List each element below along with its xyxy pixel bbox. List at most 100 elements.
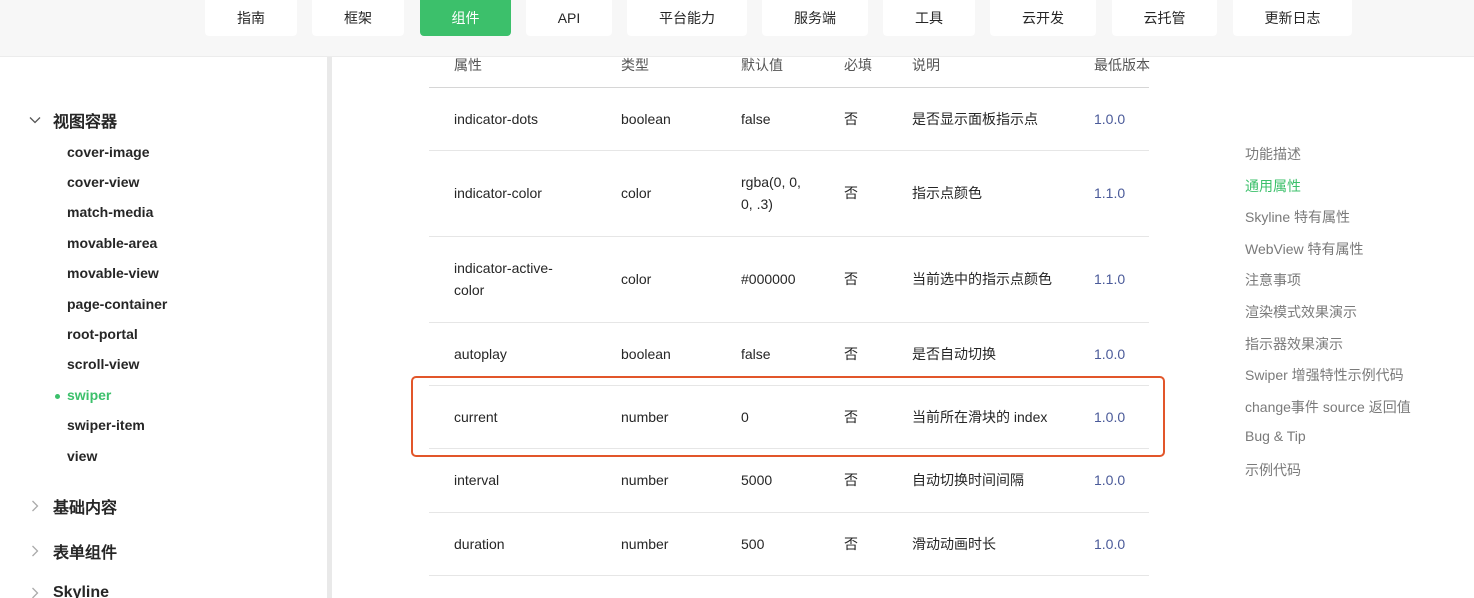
row-divider	[429, 322, 1149, 323]
cell-type: boolean	[621, 346, 671, 362]
toc-item-description[interactable]: 功能描述	[1245, 144, 1301, 164]
row-divider	[429, 236, 1149, 237]
cell-required: 否	[844, 346, 858, 362]
cell-type: number	[621, 536, 669, 552]
cell-version-link[interactable]: 1.0.0	[1094, 108, 1125, 130]
sidebar-group-label: 基础内容	[53, 500, 118, 517]
nav-components[interactable]: 组件	[420, 0, 511, 36]
row-divider	[429, 512, 1149, 513]
cell-description: 当前选中的指示点颜色	[912, 271, 1052, 287]
sidebar-item-view[interactable]: view	[67, 448, 97, 464]
cell-attribute: indicator-active- color	[454, 257, 553, 301]
sidebar-item-swiper-item[interactable]: swiper-item	[67, 417, 145, 433]
toc-item-render-demo[interactable]: 渲染模式效果演示	[1245, 302, 1357, 322]
cell-description: 是否显示面板指示点	[912, 111, 1038, 127]
toc-item-change-source[interactable]: change事件 source 返回值	[1245, 397, 1411, 417]
cell-type: boolean	[621, 111, 671, 127]
cell-default: 500	[741, 536, 765, 552]
chevron-right-icon	[26, 542, 44, 560]
toc-item-webview-attrs[interactable]: WebView 特有属性	[1245, 239, 1364, 259]
cell-attribute: indicator-dots	[454, 111, 539, 127]
toc-item-indicator-demo[interactable]: 指示器效果演示	[1245, 334, 1343, 354]
toc-item-example-code[interactable]: 示例代码	[1245, 460, 1301, 480]
active-indicator-dot	[55, 394, 60, 399]
cell-version-link[interactable]: 1.0.0	[1094, 343, 1125, 365]
nav-cloud-hosting[interactable]: 云托管	[1112, 0, 1217, 36]
th-attribute: 属性	[454, 57, 482, 73]
sidebar-group-label: 视图容器	[53, 114, 118, 131]
cell-attribute: duration	[454, 536, 505, 552]
toc-item-swiper-enhanced[interactable]: Swiper 增强特性示例代码	[1245, 365, 1404, 385]
cell-version-link[interactable]: 1.1.0	[1094, 182, 1125, 204]
sidebar-group-form[interactable]: 表单组件	[26, 539, 117, 563]
top-nav: 指南 框架 组件 API 平台能力 服务端 工具 云开发 云托管 更新日志	[0, 0, 1474, 57]
th-default: 默认值	[741, 57, 783, 73]
row-divider	[429, 575, 1149, 576]
nav-api[interactable]: API	[526, 0, 612, 36]
th-type: 类型	[621, 57, 649, 73]
cell-required: 否	[844, 271, 858, 287]
cell-attribute-line: indicator-active-	[454, 260, 553, 276]
sidebar-item-cover-view[interactable]: cover-view	[67, 174, 139, 190]
nav-platform[interactable]: 平台能力	[627, 0, 747, 36]
cell-type: color	[621, 185, 652, 201]
cell-description: 滑动动画时长	[912, 536, 996, 552]
sidebar-group-skyline[interactable]: Skyline	[26, 584, 109, 598]
chevron-down-icon	[26, 111, 44, 129]
nav-tools[interactable]: 工具	[883, 0, 975, 36]
sidebar-item-swiper[interactable]: swiper	[67, 387, 111, 403]
cell-required: 否	[844, 472, 858, 488]
cell-default-line: 0, .3)	[741, 196, 773, 212]
sidebar-item-match-media[interactable]: match-media	[67, 204, 153, 220]
cell-default: rgba(0, 0, 0, .3)	[741, 171, 801, 215]
cell-version-link[interactable]: 1.1.0	[1094, 268, 1125, 290]
cell-description: 自动切换时间间隔	[912, 472, 1024, 488]
toc-item-notes[interactable]: 注意事项	[1245, 270, 1301, 290]
cell-description: 是否自动切换	[912, 346, 996, 362]
nav-cloud-dev[interactable]: 云开发	[990, 0, 1096, 36]
nav-framework[interactable]: 框架	[312, 0, 404, 36]
cell-type: color	[621, 271, 652, 287]
sidebar-item-root-portal[interactable]: root-portal	[67, 326, 138, 342]
sidebar-item-page-container[interactable]: page-container	[67, 296, 167, 312]
sidebar-item-scroll-view[interactable]: scroll-view	[67, 356, 139, 372]
cell-type: number	[621, 472, 669, 488]
sidebar-group-label: Skyline	[53, 584, 110, 598]
chevron-right-icon	[26, 497, 44, 515]
cell-default: false	[741, 346, 771, 362]
chevron-right-icon	[26, 584, 44, 598]
sidebar-group-basic-content[interactable]: 基础内容	[26, 494, 117, 518]
cell-required: 否	[844, 536, 858, 552]
nav-server[interactable]: 服务端	[762, 0, 868, 36]
toc-item-common-attrs[interactable]: 通用属性	[1245, 176, 1301, 196]
cell-version-link[interactable]: 1.0.0	[1094, 469, 1125, 491]
cell-required: 否	[844, 111, 858, 127]
sidebar-item-movable-view[interactable]: movable-view	[67, 265, 159, 281]
nav-guide[interactable]: 指南	[205, 0, 297, 36]
toc-item-bug-tip[interactable]: Bug & Tip	[1245, 428, 1306, 444]
sidebar-group-label: 表单组件	[53, 545, 118, 562]
nav-changelog[interactable]: 更新日志	[1233, 0, 1352, 36]
th-required: 必填	[844, 57, 872, 73]
cell-attribute: interval	[454, 472, 500, 488]
sidebar-group-view-container[interactable]: 视图容器	[26, 108, 117, 132]
cell-default-line: rgba(0, 0,	[741, 174, 801, 190]
th-description: 说明	[912, 57, 940, 73]
cell-required: 否	[844, 185, 858, 201]
cell-default: 5000	[741, 472, 773, 488]
th-min-version: 最低版本	[1094, 57, 1150, 73]
cell-default: false	[741, 111, 771, 127]
cell-version-link[interactable]: 1.0.0	[1094, 533, 1125, 555]
cell-attribute-line: color	[454, 282, 485, 298]
sidebar-item-movable-area[interactable]: movable-area	[67, 235, 157, 251]
cell-attribute: indicator-color	[454, 185, 542, 201]
sidebar-divider[interactable]	[327, 57, 332, 598]
highlight-box	[411, 376, 1165, 457]
table-header-divider	[429, 87, 1149, 88]
sidebar-item-cover-image[interactable]: cover-image	[67, 144, 149, 160]
toc-item-skyline-attrs[interactable]: Skyline 特有属性	[1245, 207, 1350, 227]
cell-description: 指示点颜色	[912, 185, 982, 201]
cell-attribute: autoplay	[454, 346, 507, 362]
cell-default: #000000	[741, 271, 796, 287]
row-divider	[429, 150, 1149, 151]
